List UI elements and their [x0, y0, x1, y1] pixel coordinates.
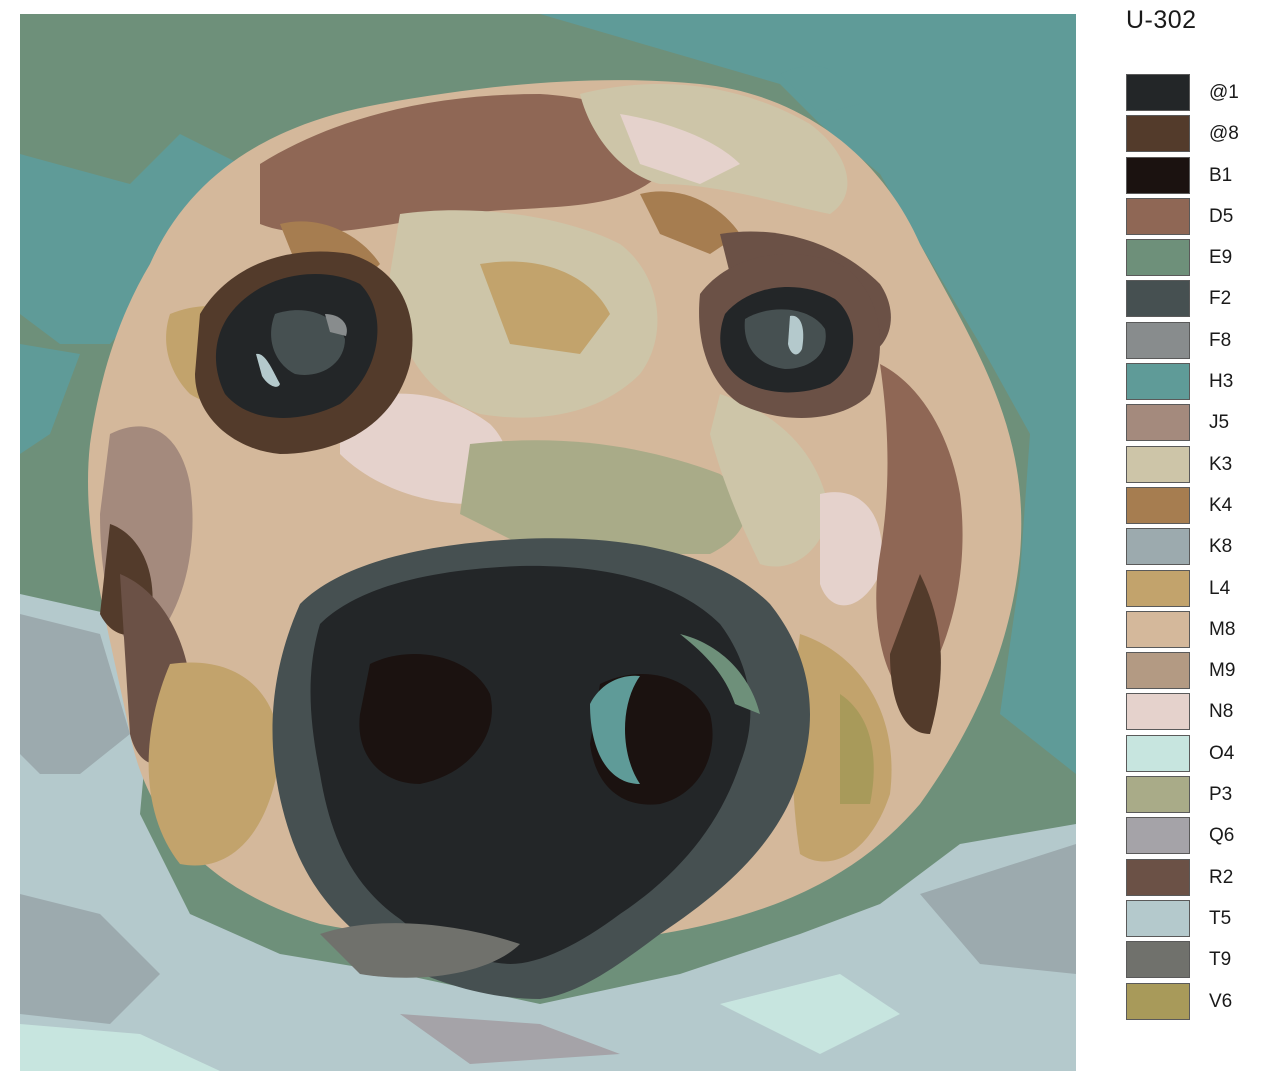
- dog-painting: [20, 14, 1076, 1071]
- color-code: K8: [1209, 536, 1233, 558]
- legend-item: B1: [1126, 156, 1266, 198]
- legend-item: J5: [1126, 404, 1266, 445]
- legend-item: @1: [1126, 74, 1266, 115]
- color-swatch: [1126, 817, 1190, 855]
- color-code: P3: [1209, 784, 1233, 806]
- color-code: J5: [1209, 412, 1230, 434]
- color-swatch: [1126, 528, 1190, 566]
- color-swatch: [1126, 652, 1190, 690]
- legend-item: H3: [1126, 363, 1266, 404]
- color-code: D5: [1209, 205, 1234, 227]
- color-code: R2: [1209, 866, 1234, 888]
- color-swatch: [1126, 693, 1190, 731]
- color-code: V6: [1209, 990, 1233, 1012]
- legend-item: N8: [1126, 693, 1266, 734]
- color-code: E9: [1209, 247, 1233, 269]
- legend-item: Q6: [1126, 817, 1266, 858]
- color-swatch: [1126, 74, 1190, 111]
- color-swatch: [1126, 858, 1190, 896]
- product-code: U-302: [1126, 6, 1197, 34]
- color-code: T5: [1209, 907, 1232, 929]
- legend-item: P3: [1126, 776, 1266, 817]
- legend-item: T9: [1126, 941, 1266, 982]
- color-swatch: [1126, 404, 1190, 442]
- color-code: @8: [1209, 123, 1239, 145]
- color-swatch: [1126, 239, 1190, 277]
- color-swatch: [1126, 734, 1190, 772]
- legend-item: K4: [1126, 486, 1266, 528]
- legend-item: @8: [1126, 115, 1266, 156]
- legend-item: K8: [1126, 528, 1266, 569]
- color-code: H3: [1209, 371, 1234, 393]
- legend-item: R2: [1126, 858, 1266, 900]
- legend-item: M9: [1126, 652, 1266, 693]
- legend-item: M8: [1126, 610, 1266, 652]
- color-swatch: [1126, 982, 1190, 1020]
- color-code: M9: [1209, 660, 1236, 682]
- color-code: K4: [1209, 494, 1233, 516]
- color-swatch: [1126, 363, 1190, 401]
- color-code: K3: [1209, 453, 1233, 475]
- color-code: Q6: [1209, 825, 1235, 847]
- legend-item: T5: [1126, 899, 1266, 941]
- color-code: B1: [1209, 164, 1233, 186]
- legend-item: K3: [1126, 445, 1266, 487]
- color-code: F8: [1209, 329, 1232, 351]
- color-swatch: [1126, 899, 1190, 937]
- color-code: F2: [1209, 288, 1232, 310]
- legend-item: E9: [1126, 239, 1266, 280]
- color-swatch: [1126, 321, 1190, 359]
- color-code: M8: [1209, 618, 1236, 640]
- color-code: L4: [1209, 577, 1231, 599]
- dog-face-icon: [20, 14, 1076, 1071]
- color-code: T9: [1209, 949, 1232, 971]
- color-legend: @1 @8 B1 D5 E9 F2 F8 H3 J5 K3 K4 K8 L4 M…: [1126, 74, 1266, 1024]
- legend-item: O4: [1126, 734, 1266, 776]
- color-code: N8: [1209, 701, 1234, 723]
- color-code: O4: [1209, 742, 1235, 764]
- color-swatch: [1126, 776, 1190, 814]
- color-swatch: [1126, 115, 1190, 153]
- legend-item: F2: [1126, 280, 1266, 321]
- color-swatch: [1126, 280, 1190, 318]
- color-swatch: [1126, 610, 1190, 648]
- color-swatch: [1126, 445, 1190, 483]
- color-code: @1: [1209, 82, 1239, 103]
- legend-item: D5: [1126, 197, 1266, 239]
- legend-item: L4: [1126, 569, 1266, 611]
- legend-item: V6: [1126, 982, 1266, 1024]
- color-swatch: [1126, 156, 1190, 194]
- color-swatch: [1126, 197, 1190, 235]
- color-swatch: [1126, 486, 1190, 524]
- legend-item: F8: [1126, 321, 1266, 363]
- color-swatch: [1126, 941, 1190, 979]
- color-swatch: [1126, 569, 1190, 607]
